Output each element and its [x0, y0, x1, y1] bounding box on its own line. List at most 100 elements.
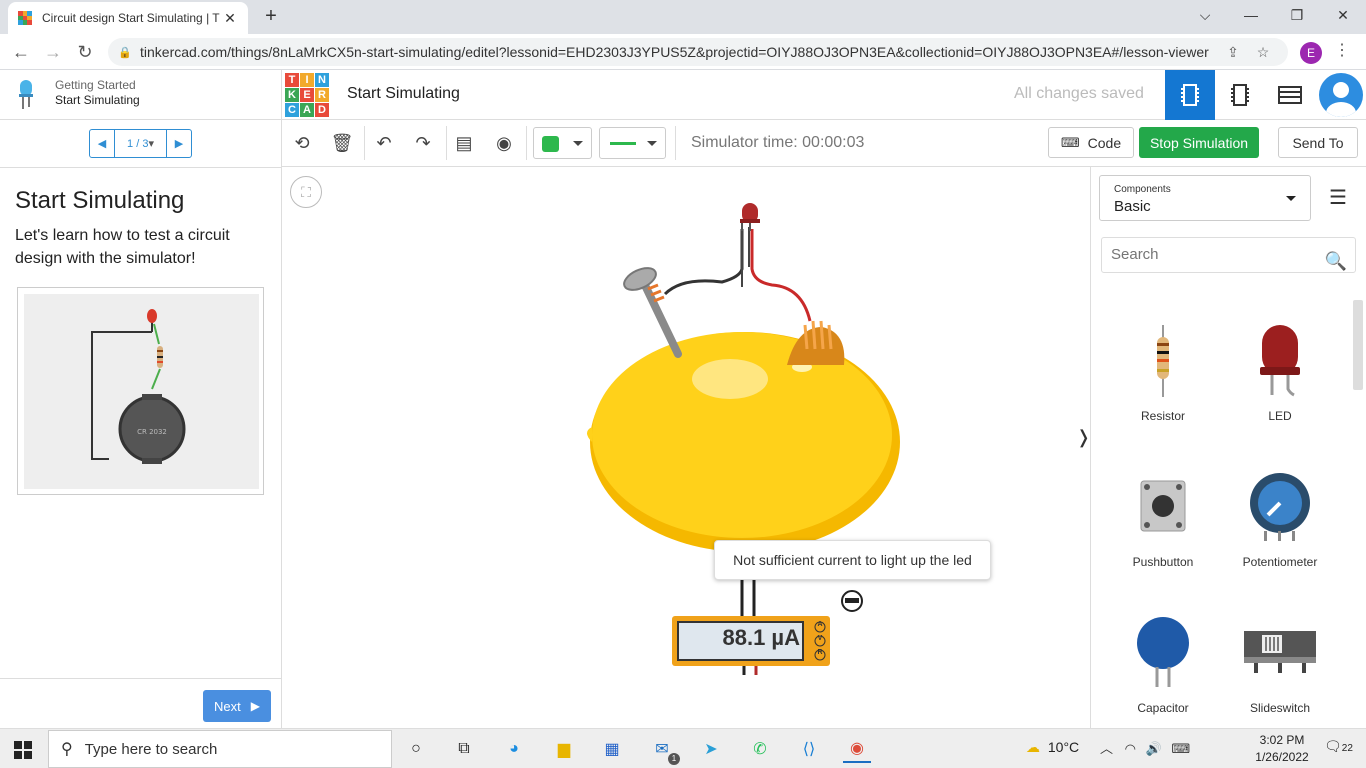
circuit-view-button[interactable] — [1165, 70, 1215, 120]
visibility-icon[interactable]: ◉ — [488, 129, 520, 157]
share-icon[interactable]: ⇪ — [1218, 44, 1248, 61]
profile-avatar[interactable]: E — [1300, 42, 1322, 64]
tab-search-icon[interactable]: ⌵ — [1182, 0, 1228, 30]
clock[interactable]: 3:02 PM 1/26/2022 — [1252, 732, 1312, 766]
prev-step-icon[interactable]: ◀ — [90, 130, 114, 157]
chevron-down-icon — [573, 141, 583, 146]
mail-badge: 1 — [668, 753, 680, 765]
meter-mode-r[interactable]: R — [815, 649, 825, 656]
file-explorer-icon[interactable]: ▆ — [550, 735, 578, 763]
component-led[interactable]: LED — [1222, 313, 1338, 443]
components-panel: Components Basic ☰ 🔍 Resistor LED — [1090, 167, 1366, 728]
notification-center-icon[interactable]: 🗨22 — [1324, 738, 1353, 755]
tray-chevron-icon[interactable]: ︿ — [1100, 741, 1113, 756]
mail-icon[interactable]: ✉ 1 — [648, 735, 680, 765]
weather-widget[interactable]: ☁ 10°C — [1026, 739, 1079, 756]
component-resistor[interactable]: Resistor — [1105, 313, 1221, 443]
chrome-icon[interactable]: ◉ — [843, 735, 871, 763]
component-potentiometer[interactable]: Potentiometer — [1222, 459, 1338, 589]
restore-icon[interactable]: ❐ — [1274, 0, 1320, 30]
search-input[interactable] — [1111, 238, 1321, 272]
collapse-panel-icon[interactable]: ❭ — [1076, 427, 1091, 467]
user-avatar[interactable] — [1319, 73, 1363, 117]
url-field[interactable]: 🔒 tinkercad.com/things/8nLaMrkCX5n-start… — [108, 38, 1288, 66]
minimize-icon[interactable]: — — [1228, 0, 1274, 30]
lesson-figure-image: CR 2032 — [24, 294, 259, 489]
design-title[interactable]: Start Simulating — [347, 85, 460, 103]
component-slideswitch[interactable]: Slideswitch — [1222, 605, 1338, 735]
notes-icon[interactable]: ▤ — [448, 129, 480, 157]
wifi-icon[interactable]: ◠ — [1125, 741, 1136, 756]
rotate-icon[interactable]: ⟲ — [286, 129, 318, 157]
components-search[interactable]: 🔍 — [1101, 237, 1356, 273]
wire-type-select[interactable] — [599, 127, 666, 159]
circuit-canvas[interactable]: ⛶ 88.1 µA A V R Not sufficient current t… — [282, 167, 1091, 728]
component-pushbutton[interactable]: Pushbutton — [1105, 459, 1221, 589]
stop-simulation-button[interactable]: Stop Simulation — [1139, 127, 1259, 158]
reload-icon[interactable]: ↻ — [72, 40, 98, 64]
lesson-description: Let's learn how to test a circuit design… — [15, 227, 230, 267]
potentiometer-icon — [1250, 473, 1310, 541]
code-button[interactable]: ⌨ Code — [1048, 127, 1134, 158]
lesson-title: Start Simulating — [15, 187, 185, 214]
lesson-pager: ◀ 1 / 3 ▾ ▶ — [89, 129, 192, 158]
next-button[interactable]: Next ▶ — [203, 690, 271, 722]
component-label: Potentiometer — [1242, 555, 1318, 569]
wire-color-select[interactable] — [533, 127, 592, 159]
logo-letter: K — [285, 88, 299, 102]
component-capacitor[interactable]: Capacitor — [1105, 605, 1221, 735]
browser-menu-icon[interactable]: ⋮ — [1334, 40, 1350, 60]
caret-right-icon: ▶ — [250, 699, 260, 713]
logo-letter: I — [300, 73, 314, 87]
schematic-view-button[interactable] — [1215, 70, 1265, 120]
task-view-icon[interactable]: ⧉ — [450, 735, 478, 763]
zinc-nail-electrode[interactable] — [621, 264, 682, 358]
lesson-led-icon — [19, 80, 33, 109]
component-list-view-button[interactable] — [1265, 70, 1315, 120]
volume-icon[interactable]: 🔊 — [1146, 741, 1162, 756]
components-category-select[interactable]: Components Basic — [1099, 175, 1311, 221]
circuit-view-icon — [1181, 84, 1199, 106]
probe-indicator-icon — [841, 590, 863, 612]
user-avatar-icon — [1326, 82, 1356, 117]
forward-icon[interactable]: → — [40, 40, 66, 64]
list-view-icon[interactable]: ☰ — [1329, 185, 1347, 210]
svg-text:CR 2032: CR 2032 — [137, 428, 167, 436]
bookmark-star-icon[interactable]: ☆ — [1248, 44, 1278, 61]
telegram-icon[interactable]: ➤ — [697, 735, 725, 763]
edge-icon[interactable]: ◕ — [500, 735, 528, 763]
vscode-icon[interactable]: ⟨⟩ — [795, 735, 823, 763]
tab-close-icon[interactable]: ✕ — [222, 10, 238, 27]
redo-icon[interactable]: ↷ — [407, 129, 439, 157]
led-icon — [1260, 325, 1300, 397]
meter-mode-v[interactable]: V — [815, 635, 825, 642]
windows-start-icon[interactable] — [14, 741, 32, 759]
select-value: Basic — [1114, 198, 1151, 215]
taskbar-search[interactable]: ⚲ Type here to search — [48, 730, 392, 768]
new-tab-button[interactable]: + — [260, 5, 282, 27]
lesson-figure: CR 2032 — [17, 287, 264, 495]
browser-tab[interactable]: Circuit design Start Simulating | T ✕ — [8, 2, 248, 34]
system-tray[interactable]: ︿ ◠ 🔊 ⌨ — [1100, 738, 1190, 757]
keyboard-icon[interactable]: ⌨ — [1171, 741, 1190, 756]
component-label: LED — [1268, 409, 1292, 423]
meter-reading: 88.1 µA — [722, 625, 801, 650]
whatsapp-icon[interactable]: ✆ — [746, 735, 774, 763]
store-icon[interactable]: ▦ — [598, 735, 626, 763]
clock-date: 1/26/2022 — [1255, 750, 1309, 764]
breadcrumb-parent[interactable]: Getting Started — [55, 78, 136, 92]
cortana-icon[interactable]: ○ — [402, 735, 430, 763]
next-step-icon[interactable]: ▶ — [167, 130, 191, 157]
lemon[interactable] — [587, 332, 900, 552]
undo-icon[interactable]: ↶ — [368, 129, 400, 157]
meter-mode-a[interactable]: A — [815, 621, 825, 628]
delete-icon[interactable]: 🗑 — [326, 129, 358, 157]
step-dropdown[interactable]: 1 / 3 ▾ — [114, 130, 167, 157]
red-led[interactable] — [740, 203, 760, 231]
tinkercad-logo[interactable]: T I N K E R C A D — [285, 73, 329, 117]
back-icon[interactable]: ← — [8, 40, 34, 64]
send-to-button[interactable]: Send To — [1278, 127, 1358, 158]
component-label: Pushbutton — [1132, 555, 1194, 569]
close-window-icon[interactable]: ✕ — [1320, 0, 1366, 30]
scrollbar[interactable] — [1353, 300, 1363, 390]
